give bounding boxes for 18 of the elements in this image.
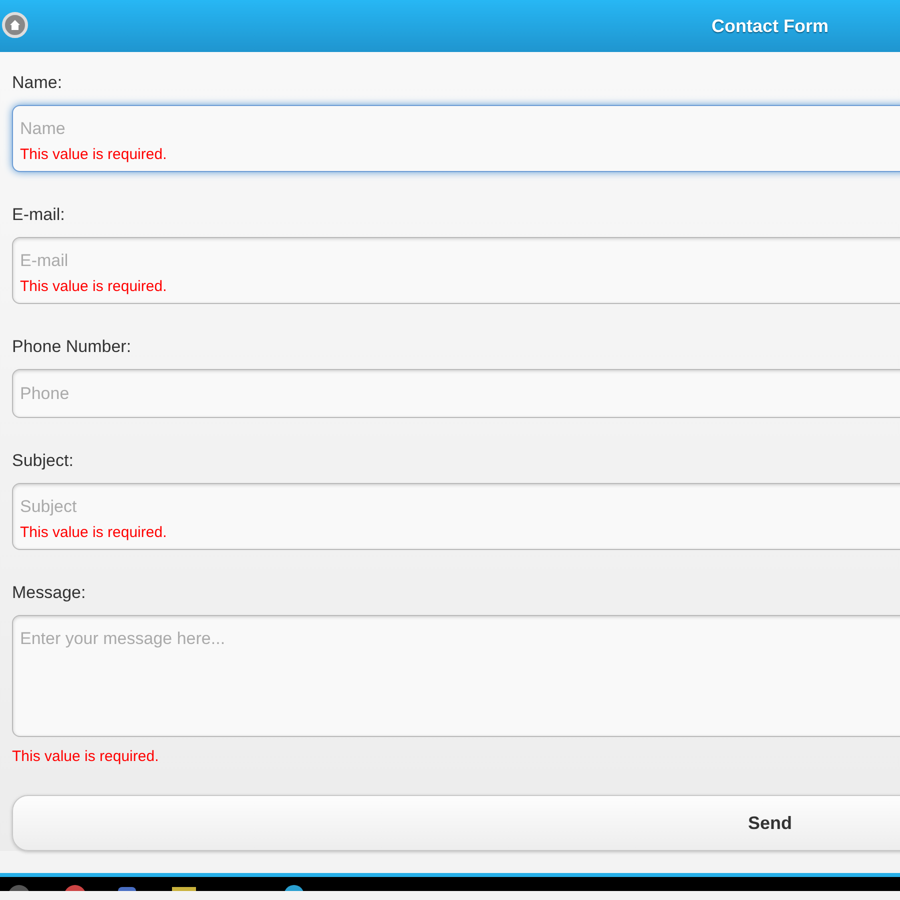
- error-message: This value is required.: [20, 524, 167, 541]
- home-button[interactable]: [2, 12, 28, 38]
- error-message: This value is required.: [12, 748, 159, 765]
- home-icon: [9, 19, 21, 31]
- input-field[interactable]: E-mail: [20, 250, 900, 272]
- input-field[interactable]: Subject: [20, 496, 900, 518]
- field-label: Name:: [12, 72, 64, 94]
- field-label: Phone Number:: [12, 336, 132, 358]
- input-field[interactable]: Phone: [12, 369, 900, 418]
- message-field[interactable]: Enter your message here...: [12, 615, 900, 737]
- send-button[interactable]: Send: [12, 795, 900, 851]
- field-label: Message:: [12, 582, 87, 604]
- error-message: This value is required.: [20, 146, 167, 163]
- input-field[interactable]: Name: [20, 118, 900, 140]
- field-label: Subject:: [12, 450, 74, 472]
- field-label: E-mail:: [12, 204, 66, 226]
- error-message: This value is required.: [20, 278, 167, 295]
- header-title: Contact Form: [712, 14, 828, 38]
